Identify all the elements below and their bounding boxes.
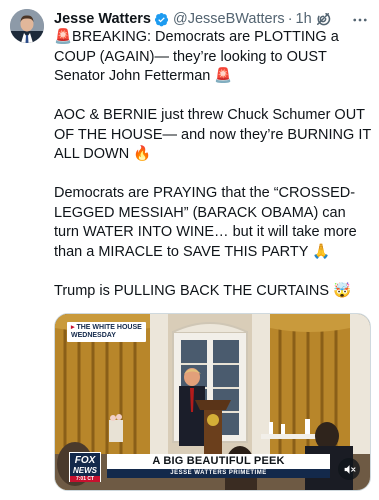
tweet-header: Jesse Watters @JesseBWatters · 1h [54,8,369,30]
chyron-location: THE WHITE HOUSE [76,324,142,331]
logo-clock: 7:01 CT [70,476,100,482]
tweet-paragraph: AOC & BERNIE just threw Chuck Schumer OU… [54,107,371,162]
tweet-paragraph: 🚨BREAKING: Democrats are PLOTTING a COUP… [54,29,339,84]
lower-third-banner: A BIG BEAUTIFUL PEEK JESSE WATTERS PRIME… [107,454,330,478]
mute-button[interactable] [338,458,360,480]
video-player[interactable]: ▸ THE WHITE HOUSE WEDNESDAY FOX NEWS 7:0… [54,313,371,491]
tweet-paragraph: Trump is PULLING BACK THE CURTAINS 🤯 [54,282,352,299]
more-icon[interactable] [351,11,369,29]
speaker-muted-icon [344,464,355,474]
grok-icon[interactable] [314,10,332,28]
author-name[interactable]: Jesse Watters [54,11,151,27]
logo-line-fox: FOX [74,455,96,466]
avatar-image [10,9,44,43]
logo-line-news: NEWS [73,466,97,475]
tweet[interactable]: Jesse Watters @JesseBWatters · 1h 🚨BREAK… [0,0,379,500]
separator-dot: · [287,11,293,27]
timestamp[interactable]: 1h [296,11,312,27]
banner-headline: A BIG BEAUTIFUL PEEK [107,454,330,469]
banner-show-name: JESSE WATTERS PRIMETIME [107,469,330,478]
chyron-day: WEDNESDAY [71,332,116,339]
chyron-arrow-icon: ▸ [71,324,75,331]
tweet-text: 🚨BREAKING: Democrats are PLOTTING a COUP… [54,28,372,301]
location-chyron: ▸ THE WHITE HOUSE WEDNESDAY [67,322,146,342]
author-handle[interactable]: @JesseBWatters [173,11,285,27]
avatar[interactable] [10,9,44,43]
tweet-paragraph: Democrats are PRAYING that the “CROSSED-… [54,185,357,260]
verified-badge-icon [154,12,169,26]
network-logo: FOX NEWS 7:01 CT [69,452,101,482]
